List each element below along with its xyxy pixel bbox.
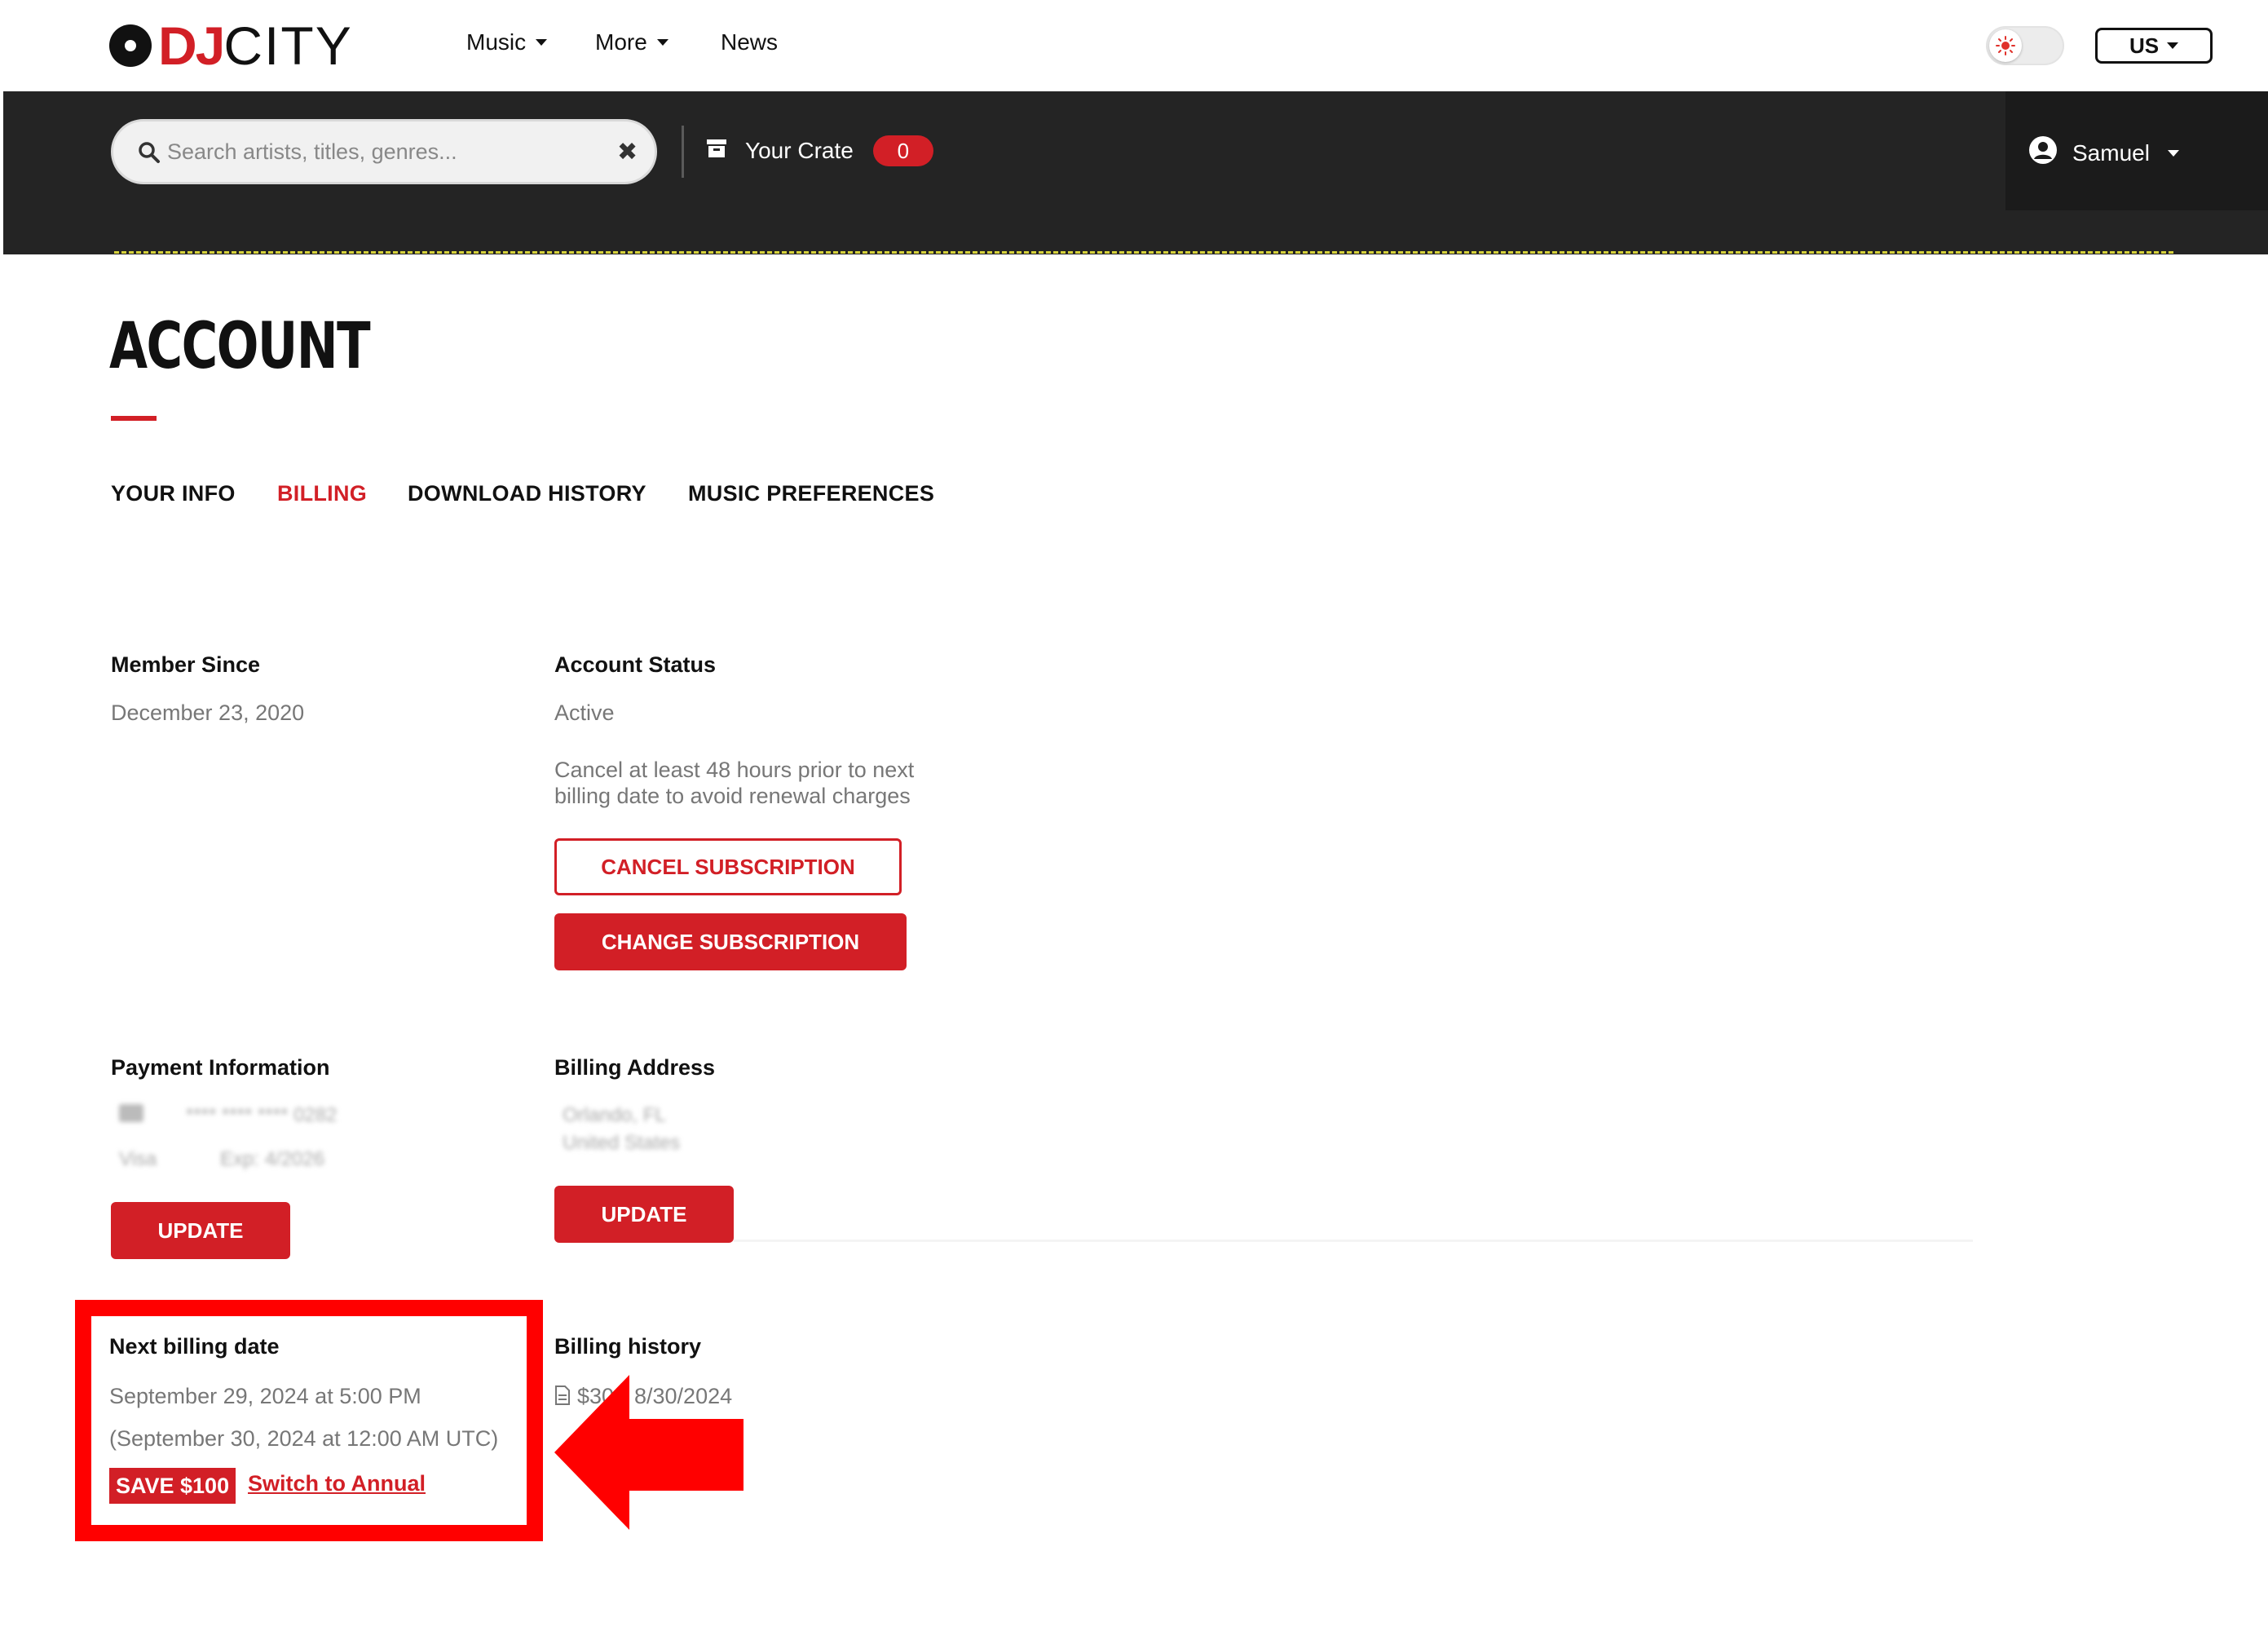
arrow-left-icon (554, 1375, 743, 1530)
sun-icon (1989, 29, 2022, 62)
tab-your-info[interactable]: YOUR INFO (111, 481, 236, 506)
billing-history-heading: Billing history (554, 1334, 702, 1359)
country-selector[interactable]: US (2095, 28, 2213, 64)
update-payment-button[interactable]: UPDATE (111, 1202, 290, 1259)
page-title: ACCOUNT (109, 310, 371, 383)
djcity-logo[interactable]: DJ CITY (109, 15, 353, 76)
nav-more[interactable]: More (595, 29, 668, 55)
crate-label: Your Crate (745, 138, 854, 163)
address-line2: United States (563, 1132, 681, 1154)
nav-news-label: News (721, 29, 779, 55)
toolbar-divider (682, 126, 684, 178)
chevron-down-icon (656, 39, 668, 46)
tab-download-history[interactable]: DOWNLOAD HISTORY (408, 481, 646, 506)
logo-city-text: CITY (223, 15, 353, 76)
cancel-note-line2: billing date to avoid renewal charges (554, 784, 911, 808)
payment-information-heading: Payment Information (111, 1055, 330, 1080)
chevron-down-icon (2167, 42, 2179, 49)
your-crate-button[interactable]: Your Crate 0 (706, 135, 933, 166)
section-divider (734, 1240, 1973, 1242)
billing-address-heading: Billing Address (554, 1055, 716, 1080)
search-placeholder: Search artists, titles, genres... (167, 139, 457, 164)
country-label: US (2129, 33, 2160, 58)
tab-music-preferences[interactable]: MUSIC PREFERENCES (688, 481, 934, 506)
chevron-down-icon (2167, 149, 2179, 157)
account-status-value: Active (554, 700, 615, 725)
top-nav: DJ CITY Music More News US (0, 0, 2268, 91)
crate-count-badge: 0 (872, 135, 933, 166)
member-since-heading: Member Since (111, 652, 261, 677)
credit-card-icon (119, 1104, 143, 1122)
nav-news[interactable]: News (721, 29, 778, 55)
change-subscription-button[interactable]: CHANGE SUBSCRIPTION (554, 913, 907, 970)
search-icon (138, 141, 161, 167)
divider-dashed (114, 251, 2173, 254)
account-status-heading: Account Status (554, 652, 717, 677)
highlight-box (75, 1300, 543, 1541)
vinyl-logo-icon (109, 24, 152, 67)
cancel-subscription-button[interactable]: CANCEL SUBSCRIPTION (554, 838, 902, 895)
nav-more-label: More (595, 29, 647, 55)
user-avatar-icon (2028, 135, 2058, 170)
member-since-value: December 23, 2020 (111, 700, 305, 725)
update-address-button[interactable]: UPDATE (554, 1186, 734, 1243)
archive-box-icon (706, 138, 727, 164)
user-menu[interactable]: Samuel (2028, 135, 2179, 170)
card-number: **** **** **** 0282 (186, 1104, 338, 1126)
theme-toggle[interactable] (1986, 26, 2064, 65)
user-name: Samuel (2072, 139, 2150, 166)
card-type: Visa (119, 1148, 157, 1170)
card-expiry: Exp: 4/2026 (220, 1148, 325, 1170)
search-input[interactable]: Search artists, titles, genres... ✖ (111, 119, 657, 184)
nav-music-label: Music (466, 29, 527, 55)
chevron-down-icon (536, 39, 548, 46)
nav-music[interactable]: Music (466, 29, 548, 55)
close-icon[interactable]: ✖ (617, 138, 638, 166)
cancel-note-line1: Cancel at least 48 hours prior to next (554, 758, 915, 782)
title-underline (111, 416, 157, 421)
tab-billing[interactable]: BILLING (277, 481, 367, 506)
address-line1: Orlando, FL (563, 1104, 666, 1126)
logo-dj-text: DJ (158, 15, 225, 76)
